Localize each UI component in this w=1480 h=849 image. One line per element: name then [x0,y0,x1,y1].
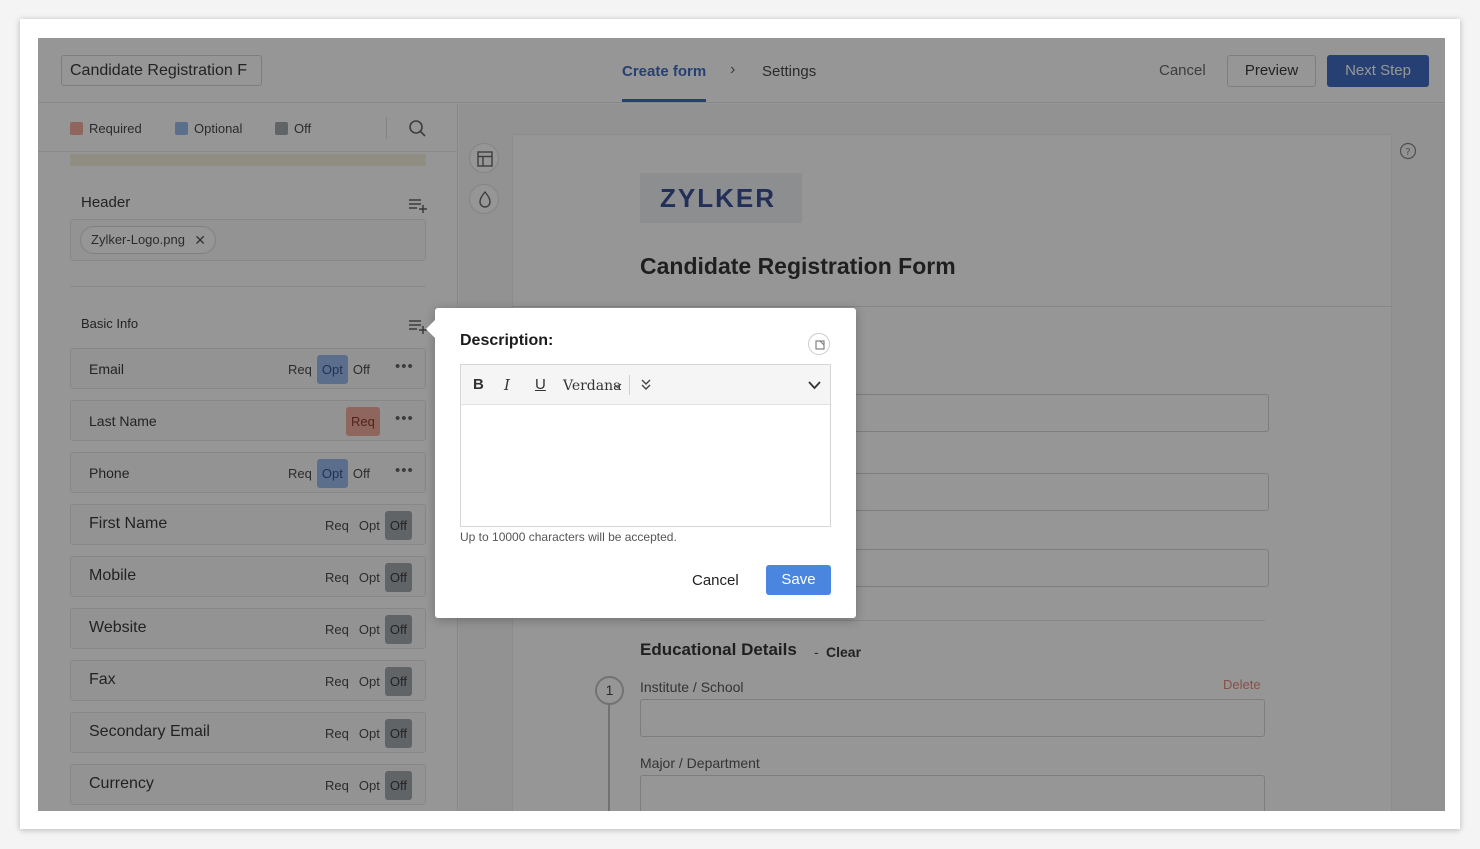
collapse-toolbar-icon[interactable] [808,381,821,390]
toolbar-divider [629,375,630,395]
expand-icon[interactable] [808,333,830,355]
chevron-down-icon [613,383,622,389]
form-builder-app: Candidate Registration F Create form › S… [38,38,1445,811]
more-tools-icon[interactable] [641,378,651,391]
italic-button[interactable]: I [504,376,510,394]
description-dialog: Description: B I U Verdana Up to 10000 c… [426,308,856,618]
rich-text-editor[interactable]: B I U Verdana [460,364,831,527]
underline-button[interactable]: U [535,376,546,393]
character-limit-hint: Up to 10000 characters will be accepted. [460,530,677,544]
bold-button[interactable]: B [473,376,484,393]
dialog-cancel-button[interactable]: Cancel [692,572,739,589]
editor-toolbar: B I U Verdana [461,365,830,405]
popover-arrow [426,320,435,338]
window-frame: Candidate Registration F Create form › S… [20,19,1460,829]
dialog-title: Description: [460,332,554,349]
dialog-save-button[interactable]: Save [766,565,831,595]
